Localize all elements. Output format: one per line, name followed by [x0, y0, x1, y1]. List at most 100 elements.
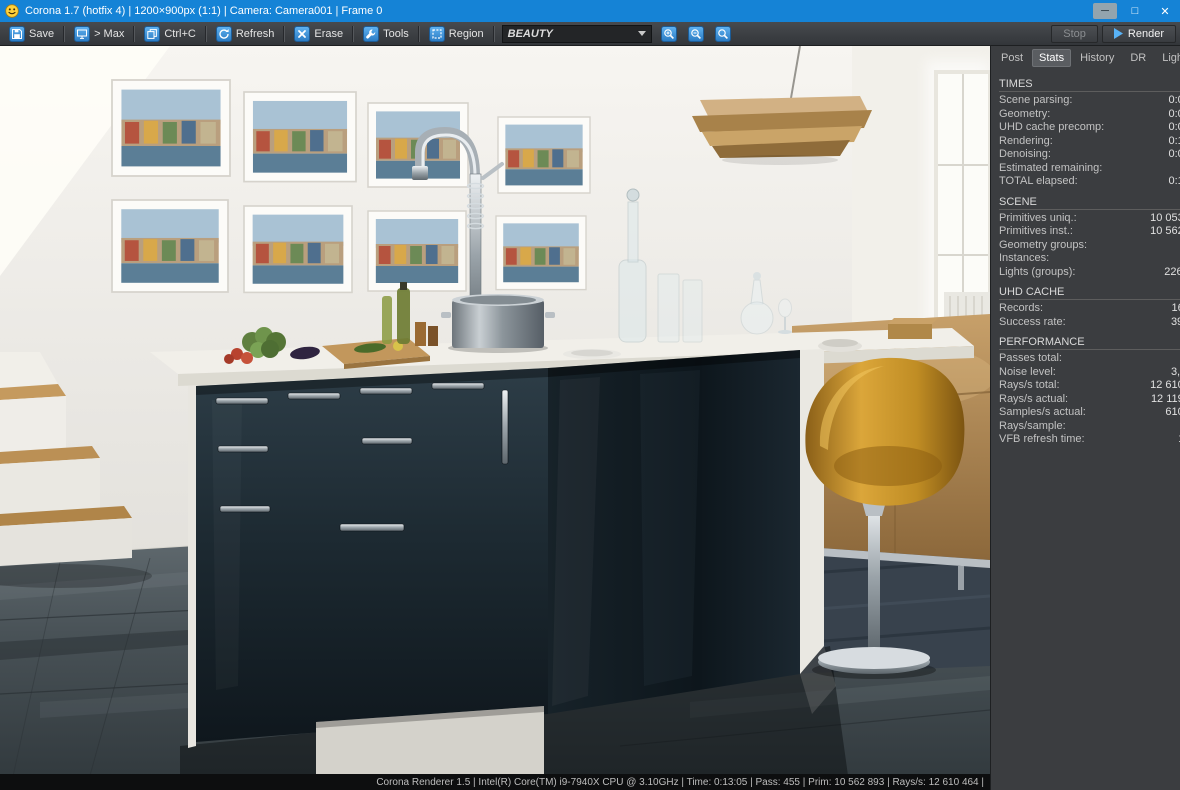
- refresh-label: Refresh: [235, 27, 275, 40]
- stat-row: Lights (groups): 226 (16): [999, 266, 1180, 280]
- zoom-out-button[interactable]: [683, 24, 709, 44]
- region-button[interactable]: Region: [424, 24, 489, 44]
- zoom-reset-button[interactable]: [710, 24, 736, 44]
- stop-button[interactable]: Stop: [1051, 24, 1098, 43]
- stat-label: Instances:: [999, 252, 1050, 264]
- copy-button[interactable]: Ctrl+C: [139, 24, 200, 44]
- tab-lightmix[interactable]: LightMix: [1155, 49, 1180, 67]
- stat-label: Primitives uniq.:: [999, 211, 1077, 224]
- zoom-in-button[interactable]: [656, 24, 682, 44]
- tools-icon: [363, 25, 380, 42]
- render-button[interactable]: Render: [1101, 24, 1176, 43]
- save-icon: [9, 25, 25, 42]
- send-to-max-label: > Max: [94, 27, 125, 40]
- stat-row: Rays/s total: 12 610 464: [999, 379, 1180, 393]
- section-title: SCENE: [999, 196, 1180, 210]
- stat-label: Denoising:: [999, 148, 1051, 160]
- corona-vfb-window: Corona 1.7 (hotfix 4) | 1200×900px (1:1)…: [0, 0, 1180, 790]
- stat-value: 12 119 014: [1150, 392, 1180, 405]
- render-status-text: Corona Renderer 1.5 | Intel(R) Core(TM) …: [376, 776, 984, 788]
- zoom-out-icon: [687, 25, 704, 42]
- stat-value: 226 (16): [1164, 265, 1180, 278]
- send-to-max-icon: [74, 25, 91, 42]
- stat-row: Instances:166: [999, 252, 1180, 266]
- stat-value: 610 812: [1165, 406, 1180, 418]
- stat-row: Rays/s actual: 12 119 014: [999, 393, 1180, 407]
- separator: [417, 25, 420, 42]
- refresh-icon: [215, 25, 232, 42]
- render-status-bar: Corona Renderer 1.5 | Intel(R) Core(TM) …: [0, 774, 990, 790]
- stats-content: TIMES Scene parsing: 0:00:10 Geometry: 0:0…: [991, 69, 1180, 447]
- section-title: UHD CACHE: [999, 286, 1180, 300]
- copy-icon: [144, 25, 161, 42]
- close-button[interactable]: ✕: [1150, 0, 1180, 22]
- stats-section-scene: SCENE Primitives uniq.: 10 053 519 Primit…: [999, 196, 1180, 280]
- tab-post[interactable]: Post: [994, 49, 1030, 67]
- render-viewport[interactable]: Corona Renderer 1.5 | Intel(R) Core(TM) …: [0, 46, 990, 790]
- stat-row: Primitives uniq.: 10 053 519: [999, 212, 1180, 226]
- erase-button[interactable]: Erase: [289, 24, 348, 44]
- region-icon: [428, 25, 445, 42]
- stat-label: Rays/s actual:: [999, 392, 1069, 405]
- stat-row: Noise level: 3,57 %: [999, 366, 1180, 380]
- stat-label: Lights (groups):: [999, 265, 1076, 278]
- stat-value: 0:00:01: [1168, 121, 1180, 133]
- separator: [492, 25, 495, 42]
- tab-stats[interactable]: Stats: [1032, 49, 1072, 67]
- stat-value: 0:13:05: [1168, 175, 1180, 187]
- stat-row: Geometry groups:109: [999, 239, 1180, 253]
- stat-value: 0:00:00: [1168, 148, 1180, 160]
- stat-row: Success rate: 39,3 %: [999, 316, 1180, 330]
- minimize-button[interactable]: ─: [1093, 3, 1117, 19]
- stat-value: 39,3 %: [1170, 315, 1180, 328]
- tools-button[interactable]: Tools: [358, 24, 414, 44]
- refresh-button[interactable]: Refresh: [211, 24, 280, 44]
- stat-row: Primitives inst.: 10 562 893: [999, 225, 1180, 239]
- stat-label: Rays/sample:: [999, 419, 1066, 432]
- stat-row: Denoising: 0:00:00: [999, 148, 1180, 162]
- section-title: TIMES: [999, 78, 1180, 92]
- stats-panel: Post Stats History DR LightMix TIMES Sce…: [990, 46, 1180, 790]
- toolbar: Save > Max Ctrl+C Refresh Erase Tools Re…: [0, 22, 1180, 46]
- play-icon: [1113, 28, 1123, 39]
- zoom-in-icon: [660, 25, 677, 42]
- channel-value: BEAUTY: [507, 27, 553, 40]
- render-image: [0, 46, 990, 790]
- tab-dr[interactable]: DR: [1123, 49, 1153, 67]
- save-button[interactable]: Save: [4, 24, 59, 44]
- channel-select[interactable]: BEAUTY: [501, 24, 652, 43]
- stat-value: 10 053 519: [1150, 211, 1180, 224]
- send-to-max-button[interactable]: > Max: [69, 24, 129, 44]
- stat-value: 16 985: [1171, 302, 1180, 314]
- stat-label: UHD cache precomp:: [999, 121, 1105, 133]
- stat-row: Rays/sample:19,9: [999, 420, 1180, 434]
- tab-history[interactable]: History: [1073, 49, 1121, 67]
- corona-smiley-icon: [5, 4, 19, 18]
- stat-row: Records: 16 985: [999, 302, 1180, 316]
- titlebar: Corona 1.7 (hotfix 4) | 1200×900px (1:1)…: [0, 0, 1180, 22]
- region-label: Region: [448, 27, 484, 40]
- stats-section-uhd-cache: UHD CACHE Records: 16 985 Success rate: 39…: [999, 286, 1180, 329]
- separator: [63, 25, 66, 42]
- maximize-button[interactable]: □: [1120, 0, 1150, 22]
- erase-label: Erase: [314, 27, 344, 40]
- window-controls: ─ □ ✕: [1090, 0, 1180, 22]
- stat-value: 0:12:52: [1168, 134, 1180, 147]
- stat-label: Rays/s total:: [999, 379, 1060, 391]
- stat-value: 0:00:10: [1168, 94, 1180, 106]
- stat-value: 0:00:01: [1168, 107, 1180, 120]
- stat-label: TOTAL elapsed:: [999, 175, 1078, 187]
- stat-label: Geometry:: [999, 107, 1051, 120]
- zoom-reset-icon: [714, 25, 731, 42]
- stat-value: 10 562 893: [1150, 225, 1180, 237]
- stat-label: Records:: [999, 302, 1044, 314]
- stat-label: Success rate:: [999, 315, 1066, 328]
- separator: [283, 25, 286, 42]
- stat-label: Noise level:: [999, 365, 1056, 378]
- separator: [352, 25, 355, 42]
- stat-row: VFB refresh time:13ms: [999, 433, 1180, 447]
- stat-label: VFB refresh time:: [999, 433, 1085, 445]
- stat-label: Samples/s actual:: [999, 406, 1086, 418]
- stat-value: 3,57 %: [1170, 365, 1180, 378]
- stat-row: Samples/s actual: 610 812: [999, 406, 1180, 420]
